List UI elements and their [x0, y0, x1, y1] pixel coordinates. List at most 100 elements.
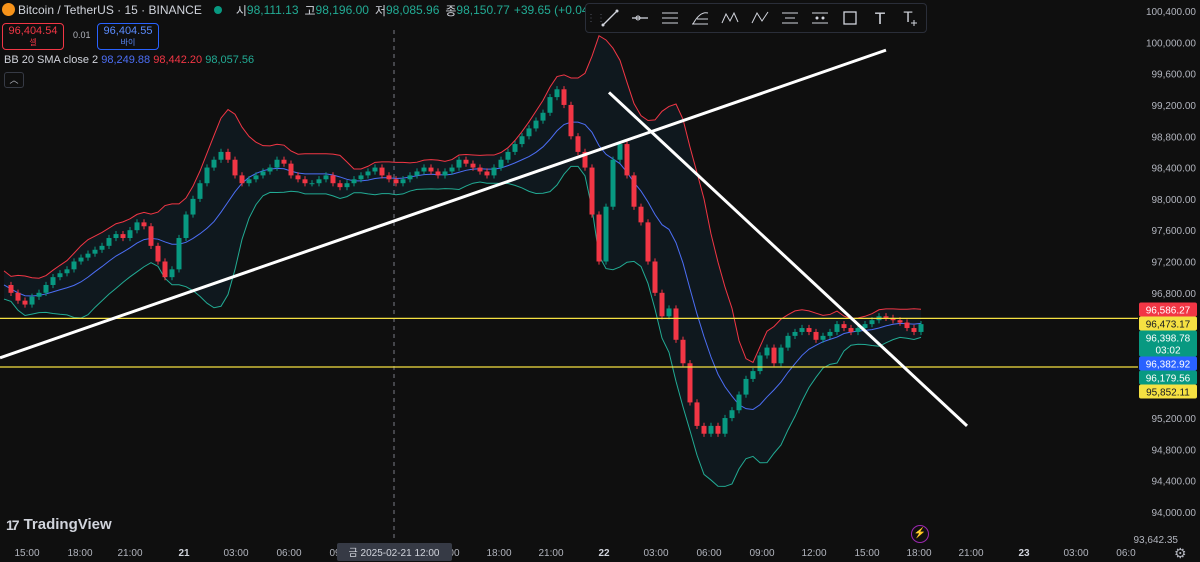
candle-body: [708, 425, 714, 434]
candle-body: [197, 183, 203, 199]
x-tick-label: 03:00: [223, 548, 248, 559]
candle-body: [386, 175, 392, 180]
candle-body: [365, 171, 371, 176]
x-tick-label: 03:00: [1063, 548, 1088, 559]
price-chart[interactable]: 100,400.00 100,000.00 99,600.00 99,200.00 98…: [0, 0, 1200, 562]
candle-body: [246, 179, 252, 184]
candle-body: [344, 183, 350, 188]
drag-handle-icon[interactable]: ⋮⋮: [586, 13, 606, 24]
trend-line-icon[interactable]: [596, 6, 624, 30]
candle-body: [911, 328, 917, 332]
candle-body: [722, 418, 728, 434]
candle-body: [498, 159, 504, 168]
price-label: 96,473.17: [1146, 320, 1191, 331]
y-tick-label: 97,600.00: [1152, 226, 1197, 237]
svg-text:T: T: [874, 9, 885, 27]
candle-body: [281, 159, 287, 164]
candle-body: [680, 339, 686, 364]
candle-body: [904, 322, 910, 329]
ascending-trend-line: [0, 48, 887, 360]
candle-body: [435, 171, 441, 176]
x-tick-label: 06:0: [1116, 548, 1136, 559]
price-label: 95,852.11: [1146, 388, 1190, 399]
bottom-price-label: 93,642.35: [1134, 535, 1179, 546]
candle-body: [603, 206, 609, 262]
candle-body: [463, 159, 469, 164]
y-tick-label: 97,200.00: [1152, 258, 1197, 269]
bollinger-fill: [4, 35, 921, 487]
candle-body: [484, 171, 490, 176]
candle-body: [29, 296, 35, 305]
candle-body: [750, 371, 756, 379]
candle-body: [589, 167, 595, 215]
candle-body: [827, 331, 833, 336]
x-tick-label: 18:00: [486, 548, 511, 559]
x-tick-label: 21:00: [958, 548, 983, 559]
candle-body: [918, 324, 924, 332]
settings-gear-icon[interactable]: ⚙: [1174, 545, 1187, 562]
y-tick-label: 100,000.00: [1146, 38, 1196, 49]
spread-value: 0.01: [73, 30, 91, 40]
candle-body: [638, 206, 644, 223]
candle-body: [806, 328, 812, 332]
candle-body: [337, 183, 343, 188]
candle-body: [470, 163, 476, 168]
y-tick-label: 99,200.00: [1152, 101, 1197, 112]
candle-body: [162, 261, 168, 278]
open-value: 98,111.13: [246, 3, 299, 17]
candle-body: [169, 269, 175, 278]
crosshair-label: 금 2025-02-21 12:00: [349, 547, 440, 559]
buy-label: 바이: [120, 38, 136, 47]
x-tick-label: 12:00: [801, 548, 826, 559]
candle-body: [778, 347, 784, 364]
sell-label: 셀: [29, 38, 37, 47]
candle-body: [407, 175, 413, 180]
candle-body: [379, 167, 385, 176]
candle-body: [771, 347, 777, 364]
bollinger-legend[interactable]: BB 20 SMA close 2 98,249.88 98,442.20 98…: [4, 54, 254, 66]
xabcd-pattern-icon[interactable]: [716, 6, 744, 30]
candle-body: [330, 175, 336, 184]
bb-lower-value: 98,057.56: [205, 54, 255, 66]
candle-body: [652, 261, 658, 293]
candle-body: [78, 257, 84, 262]
candle-body: [57, 273, 63, 278]
parallel-channel-icon[interactable]: [656, 6, 684, 30]
buy-button[interactable]: 96,404.55 바이: [97, 23, 159, 50]
text-icon[interactable]: T: [866, 6, 894, 30]
x-tick-label: 21:00: [538, 548, 563, 559]
bb-basis-value: 98,249.88: [101, 54, 151, 66]
date-range-icon[interactable]: [776, 6, 804, 30]
candle-body: [372, 167, 378, 172]
candle-body: [260, 171, 266, 176]
anchored-text-icon[interactable]: T: [896, 6, 924, 30]
x-tick-label: 03:00: [643, 548, 668, 559]
lightning-icon[interactable]: ⚡: [911, 525, 929, 543]
candle-body: [414, 171, 420, 176]
candle-body: [85, 253, 91, 258]
candle-body: [799, 328, 805, 332]
candle-body: [512, 144, 518, 152]
abcd-pattern-icon[interactable]: [746, 6, 774, 30]
price-range-icon[interactable]: [806, 6, 834, 30]
x-tick-label: 22: [598, 548, 610, 559]
sell-button[interactable]: 96,404.54 셀: [2, 23, 64, 50]
candle-body: [351, 179, 357, 184]
candle-body: [834, 324, 840, 332]
fib-icon[interactable]: [686, 6, 714, 30]
buy-price: 96,404.55: [103, 25, 153, 37]
candle-body: [50, 277, 56, 285]
candle-body: [456, 159, 462, 168]
rectangle-icon[interactable]: [836, 6, 864, 30]
horizontal-ray-icon[interactable]: [626, 6, 654, 30]
symbol-title[interactable]: Bitcoin / TetherUS · 15 · BINANCE: [18, 3, 202, 17]
collapse-legend-icon[interactable]: ︿: [4, 72, 24, 88]
x-tick-label: 18:00: [906, 548, 931, 559]
candle-body: [575, 136, 581, 152]
candle-body: [120, 234, 126, 239]
y-tick-label: 94,000.00: [1152, 508, 1197, 519]
candle-body: [288, 163, 294, 176]
candle-body: [813, 331, 819, 340]
candle-body: [218, 151, 224, 160]
bitcoin-logo-icon: [2, 3, 15, 16]
